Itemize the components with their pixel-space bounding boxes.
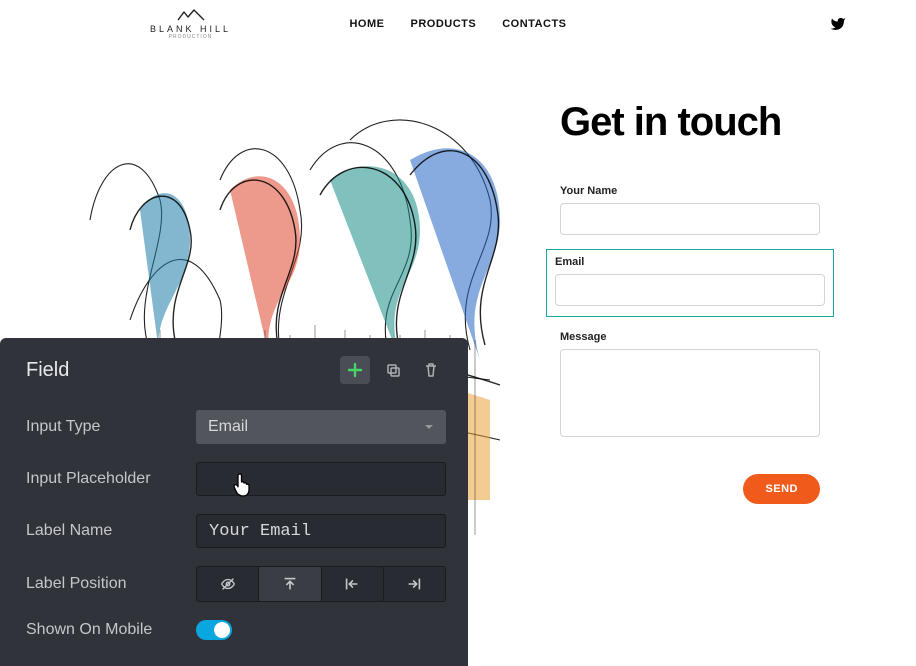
shown-mobile-toggle[interactable]: [196, 620, 232, 640]
label-name-label: Label Name: [26, 522, 196, 540]
arrow-left-bar-icon: [343, 575, 361, 593]
message-label: Message: [560, 331, 820, 343]
row-label-name: Label Name: [26, 514, 446, 548]
nav-contacts[interactable]: CONTACTS: [502, 18, 566, 30]
row-label-position: Label Position: [26, 566, 446, 602]
chevron-down-icon: [424, 422, 434, 432]
plus-icon: [347, 362, 363, 378]
position-right[interactable]: [384, 566, 446, 602]
trash-icon: [423, 362, 439, 378]
site-header: BLANK HILL PRODUCTION HOME PRODUCTS CONT…: [0, 0, 916, 50]
twitter-icon: [830, 16, 846, 32]
input-type-label: Input Type: [26, 418, 196, 436]
field-message: Message: [560, 331, 820, 442]
main-nav: HOME PRODUCTS CONTACTS: [349, 18, 566, 30]
message-textarea[interactable]: [560, 349, 820, 437]
position-left[interactable]: [322, 566, 384, 602]
arrow-up-bar-icon: [281, 575, 299, 593]
email-label: Email: [555, 256, 825, 268]
duplicate-field-button[interactable]: [378, 356, 408, 384]
form-heading: Get in touch: [560, 100, 820, 145]
name-input[interactable]: [560, 203, 820, 235]
field-editor-panel: Field Input Type Email Input Placeholder: [0, 338, 468, 666]
row-input-placeholder: Input Placeholder: [26, 462, 446, 496]
row-input-type: Input Type Email: [26, 410, 446, 444]
input-type-value: Email: [208, 418, 248, 436]
brand-logo: BLANK HILL PRODUCTION: [150, 8, 231, 40]
row-shown-on-mobile: Shown On Mobile: [26, 620, 446, 640]
arrow-right-bar-icon: [405, 575, 423, 593]
mountain-icon: [176, 8, 206, 22]
shown-mobile-label: Shown On Mobile: [26, 621, 196, 639]
send-button[interactable]: SEND: [743, 474, 820, 504]
input-type-select[interactable]: Email: [196, 410, 446, 444]
field-email[interactable]: Email: [546, 249, 834, 317]
brand-name: BLANK HILL: [150, 24, 231, 34]
panel-title: Field: [26, 359, 69, 382]
add-field-button[interactable]: [340, 356, 370, 384]
eye-off-icon: [219, 575, 237, 593]
label-position-group: [196, 566, 446, 602]
label-name-input[interactable]: [196, 514, 446, 548]
nav-products[interactable]: PRODUCTS: [410, 18, 476, 30]
label-position-label: Label Position: [26, 575, 196, 593]
delete-field-button[interactable]: [416, 356, 446, 384]
copy-icon: [385, 362, 401, 378]
name-label: Your Name: [560, 185, 820, 197]
field-your-name: Your Name: [560, 185, 820, 235]
email-input[interactable]: [555, 274, 825, 306]
placeholder-input[interactable]: [196, 462, 446, 496]
position-hidden[interactable]: [196, 566, 259, 602]
social-twitter[interactable]: [830, 16, 846, 37]
position-top[interactable]: [259, 566, 321, 602]
nav-home[interactable]: HOME: [349, 18, 384, 30]
brand-subtitle: PRODUCTION: [169, 34, 213, 40]
placeholder-label: Input Placeholder: [26, 470, 196, 488]
contact-form: Get in touch Your Name Email Message SEN…: [560, 80, 820, 540]
